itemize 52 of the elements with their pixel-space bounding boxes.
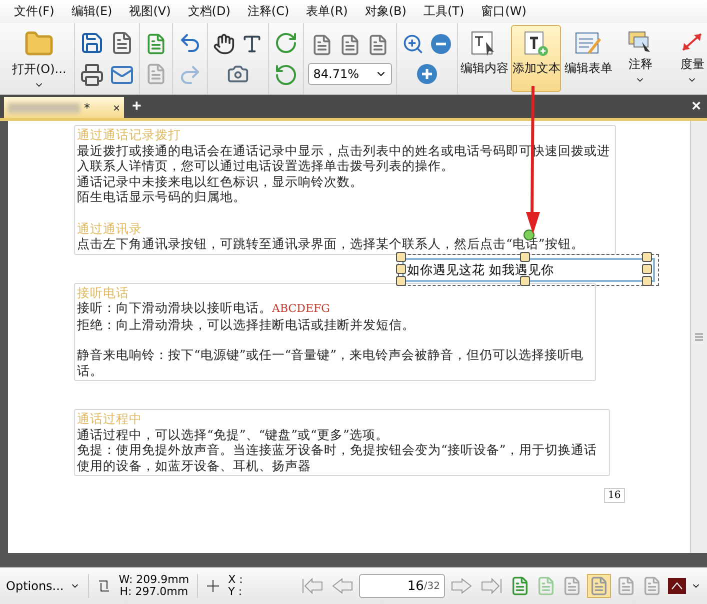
- modified-mark: *: [84, 100, 90, 114]
- close-button[interactable]: ×: [686, 98, 707, 116]
- zoom-plus-button[interactable]: [415, 62, 440, 86]
- section-heading: 通过通讯录: [77, 220, 142, 236]
- width-label: W: 209.9mm: [118, 574, 190, 586]
- y-label: Y :: [228, 586, 242, 598]
- section-heading: 通过通话记录拨打: [77, 127, 181, 142]
- paragraph: 拒绝：向上滑动滑块，可以选择挂断电话或挂断并发短信。: [77, 316, 416, 332]
- tool-button[interactable]: 添加文本: [511, 25, 562, 92]
- menu-item[interactable]: 注释(C): [239, 3, 298, 20]
- tool-button[interactable]: 度量: [667, 25, 707, 92]
- tool-button[interactable]: 注释: [615, 25, 666, 92]
- resize-handle[interactable]: [520, 252, 530, 262]
- menu-item[interactable]: 工具(T): [415, 3, 474, 20]
- page-size-icon: [96, 579, 111, 593]
- options-dropdown[interactable]: Options...: [6, 579, 80, 593]
- document-tab[interactable]: * ×: [4, 97, 124, 118]
- x-label: X :: [228, 574, 243, 586]
- menu-item[interactable]: 文件(F): [6, 3, 64, 20]
- new-tab-button[interactable]: +: [128, 98, 146, 116]
- section-heading: 接听电话: [77, 284, 129, 300]
- app-logo-icon[interactable]: [667, 577, 687, 595]
- grip-icon: [694, 333, 704, 341]
- page-field[interactable]: 16/32: [359, 574, 445, 598]
- add-text-icon: [522, 30, 550, 58]
- resize-handle[interactable]: [520, 276, 530, 286]
- page-number: 16: [604, 488, 625, 503]
- open-button[interactable]: 打开(O)...: [9, 24, 70, 93]
- menu-item[interactable]: 文档(D): [180, 3, 240, 20]
- scrollbar[interactable]: [690, 121, 707, 553]
- section-heading: 通话过程中: [77, 411, 142, 426]
- tool-button[interactable]: 编辑内容: [459, 25, 510, 92]
- paragraph: 接听：向下滑动滑块以接听电话。ABCDEFG: [77, 300, 331, 316]
- menu-item[interactable]: 对象(B): [356, 3, 416, 20]
- tab-close-button[interactable]: ×: [112, 100, 120, 114]
- paragraph: 通话过程中，可以选择“免提”、“键盘”或“更多”选项。: [77, 426, 390, 442]
- paragraph: 免提：使用免提外放声音。当连接蓝牙设备时，免提按钮会变为“接听设备”，用于切换通话使用的设备，如蓝牙设备、耳机、扬声器: [77, 442, 598, 473]
- tool-button[interactable]: 编辑表单: [563, 25, 614, 92]
- zoom-out-button[interactable]: [429, 32, 454, 56]
- menu-item[interactable]: 视图(V): [121, 3, 180, 20]
- paragraph: 陌生电话显示号码的归属地。: [77, 189, 247, 204]
- crosshair-icon: [206, 579, 220, 593]
- menu-item[interactable]: 表单(R): [298, 3, 357, 20]
- menu-item[interactable]: 窗口(W): [473, 3, 536, 20]
- print-button[interactable]: [79, 62, 106, 88]
- height-label: H: 297.0mm: [120, 586, 188, 598]
- hand-tool-button[interactable]: [212, 32, 236, 56]
- paragraph: 静音来电响铃：按下“电源键”或任一“音量键”，来电铃声会被静音，但仍可以选择接听电话。: [77, 346, 585, 378]
- menu-item[interactable]: 编辑(E): [63, 3, 122, 20]
- blurred-label: [8, 102, 80, 112]
- paragraph: 通话记录中未接来电以红色标识，显示响铃次数。: [77, 174, 364, 189]
- zoom-field[interactable]: 84.71%: [308, 62, 392, 84]
